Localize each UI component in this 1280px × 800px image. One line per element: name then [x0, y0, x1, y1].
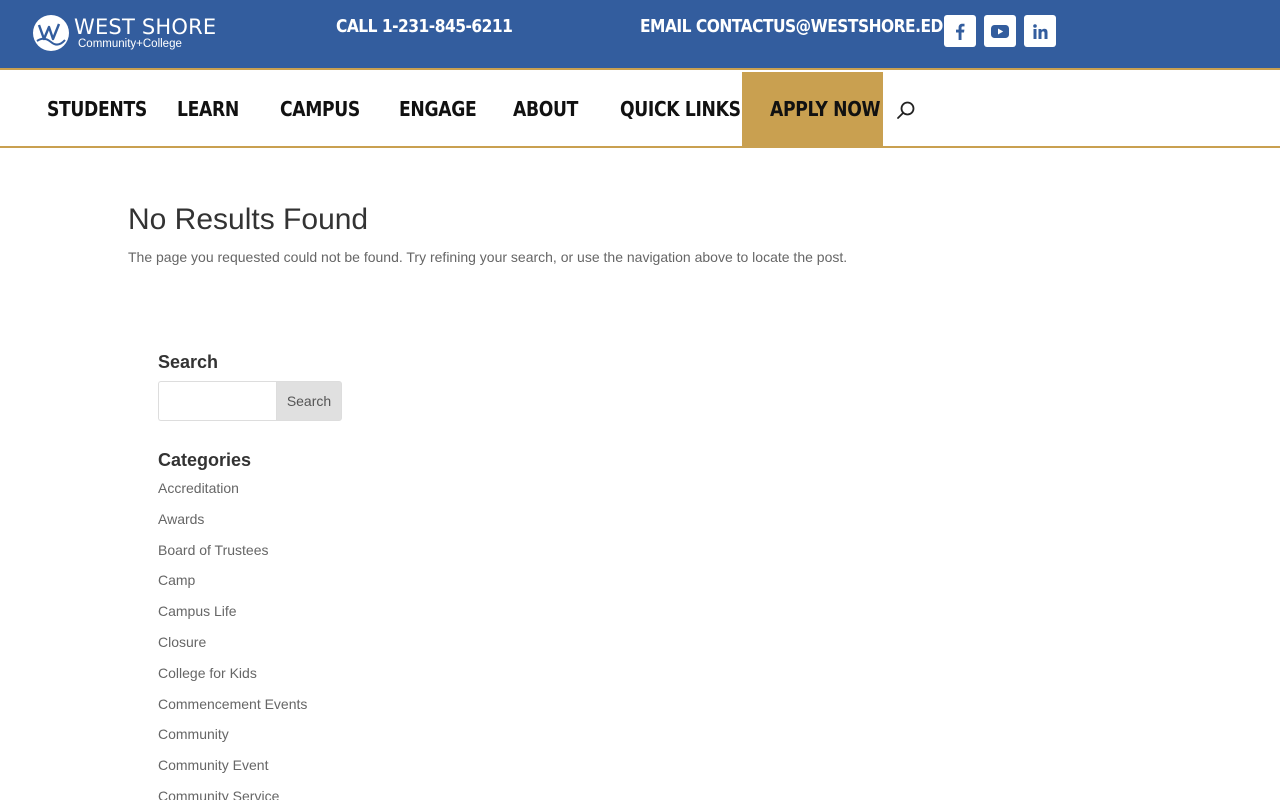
youtube-button[interactable]: [984, 15, 1016, 47]
logo-mark-icon: [33, 15, 69, 51]
logo-subtitle: Community+College: [78, 38, 182, 50]
search-icon[interactable]: [896, 100, 916, 120]
linkedin-button[interactable]: [1024, 15, 1056, 47]
no-results-message: The page you requested could not be foun…: [128, 249, 848, 265]
top-bar: WEST SHORE Community+College CALL 1-231-…: [0, 0, 1280, 70]
categories-title: Categories: [158, 450, 252, 470]
nav-item-engage[interactable]: ENGAGE: [399, 72, 489, 146]
apply-now-button[interactable]: APPLY NOW: [742, 72, 883, 146]
linkedin-icon: [1032, 23, 1047, 39]
category-link[interactable]: Campus Life: [158, 603, 307, 634]
logo-title: WEST SHORE: [74, 15, 217, 39]
category-link[interactable]: Board of Trustees: [158, 542, 307, 573]
category-list: Accreditation Awards Board of Trustees C…: [158, 480, 307, 800]
category-link[interactable]: Camp: [158, 572, 307, 603]
facebook-button[interactable]: [944, 15, 976, 47]
category-link[interactable]: College for Kids: [158, 665, 307, 696]
search-widget-title: Search: [158, 352, 219, 372]
category-link[interactable]: Community Service: [158, 788, 307, 800]
category-link[interactable]: Awards: [158, 511, 307, 542]
apply-now-label: APPLY NOW: [770, 97, 881, 121]
nav-item-campus[interactable]: CAMPUS: [280, 72, 373, 146]
category-link[interactable]: Accreditation: [158, 480, 307, 511]
nav-item-learn[interactable]: LEARN: [177, 72, 249, 146]
category-link[interactable]: Closure: [158, 634, 307, 665]
nav-item-about[interactable]: ABOUT: [513, 72, 589, 146]
phone-link[interactable]: CALL 1-231-845-6211: [336, 16, 513, 37]
category-link[interactable]: Community Event: [158, 757, 307, 788]
nav-item-quick-links[interactable]: QUICK LINKS: [620, 72, 760, 146]
logo[interactable]: WEST SHORE Community+College: [32, 14, 216, 54]
facebook-icon: [956, 23, 965, 40]
page-title: No Results Found: [128, 203, 369, 236]
main-nav: STUDENTS LEARN CAMPUS ENGAGE ABOUT QUICK…: [0, 72, 1280, 148]
search-input[interactable]: [158, 381, 277, 421]
search-button[interactable]: Search: [276, 381, 342, 421]
category-link[interactable]: Commencement Events: [158, 696, 307, 727]
youtube-icon: [991, 24, 1009, 38]
category-link[interactable]: Community: [158, 726, 307, 757]
nav-item-students[interactable]: STUDENTS: [47, 72, 163, 146]
email-link[interactable]: EMAIL CONTACTUS@WESTSHORE.EDU: [640, 16, 955, 37]
